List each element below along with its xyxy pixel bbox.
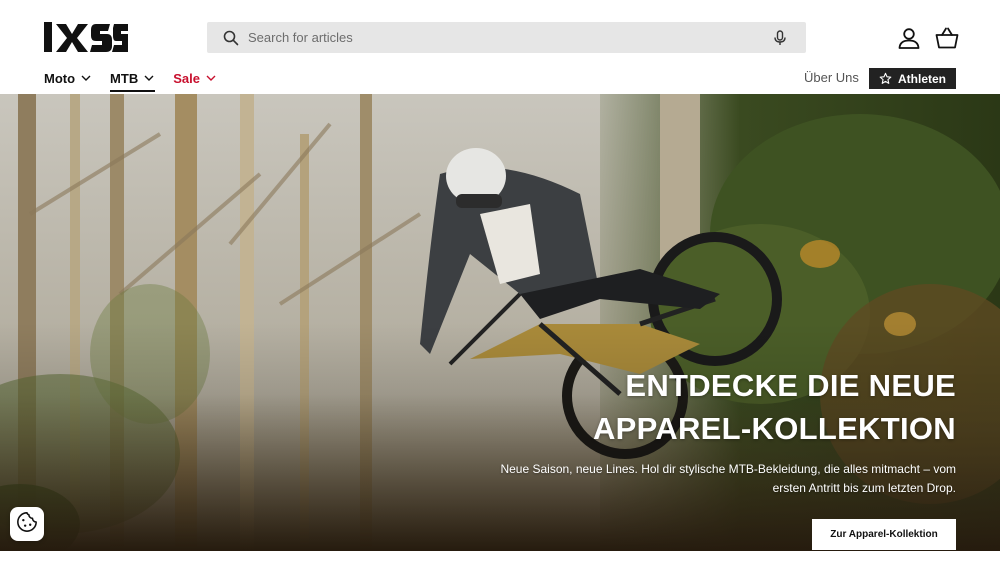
- hero-title-line-2: APPAREL-KOLLEKTION: [592, 411, 956, 446]
- nav-item-label: MTB: [110, 70, 139, 86]
- cart-icon[interactable]: [935, 26, 959, 50]
- nav-item-label: Moto: [44, 70, 76, 86]
- search-icon: [222, 29, 240, 47]
- chevron-down-icon: [80, 72, 92, 84]
- nav-item-sale[interactable]: Sale: [173, 69, 217, 87]
- search-bar[interactable]: [207, 22, 806, 53]
- cta-button[interactable]: Zur Apparel-Kollektion: [812, 519, 956, 550]
- about-link[interactable]: Über Uns: [804, 70, 859, 85]
- cookie-settings-button[interactable]: [10, 507, 44, 541]
- athletes-label: Athleten: [898, 71, 946, 86]
- nav-item-label: Sale: [173, 70, 200, 86]
- hero-banner: ENTDECKE DIE NEUE APPAREL-KOLLEKTION Neu…: [0, 94, 1000, 551]
- ixs-logo-mark: [44, 22, 128, 52]
- star-icon: [879, 72, 892, 85]
- main-nav: Moto MTB Sale: [44, 69, 235, 92]
- account-icon[interactable]: [897, 26, 921, 50]
- site-header: Moto MTB Sale Über Uns Athleten: [0, 0, 1000, 94]
- nav-item-moto[interactable]: Moto: [44, 69, 92, 87]
- page-divider: [0, 551, 1000, 563]
- chevron-down-icon: [143, 72, 155, 84]
- hero-title: ENTDECKE DIE NEUE APPAREL-KOLLEKTION: [593, 364, 956, 450]
- search-input[interactable]: [240, 22, 770, 53]
- microphone-icon[interactable]: [770, 28, 790, 48]
- ixs-logo[interactable]: [44, 22, 128, 54]
- athletes-button[interactable]: Athleten: [869, 68, 956, 89]
- cookie-icon: [16, 511, 38, 538]
- chevron-down-icon: [205, 72, 217, 84]
- hero-title-line-1: ENTDECKE DIE NEUE: [625, 368, 956, 403]
- hero-subtitle: Neue Saison, neue Lines. Hol dir stylisc…: [500, 462, 956, 495]
- nav-item-mtb[interactable]: MTB: [110, 69, 156, 92]
